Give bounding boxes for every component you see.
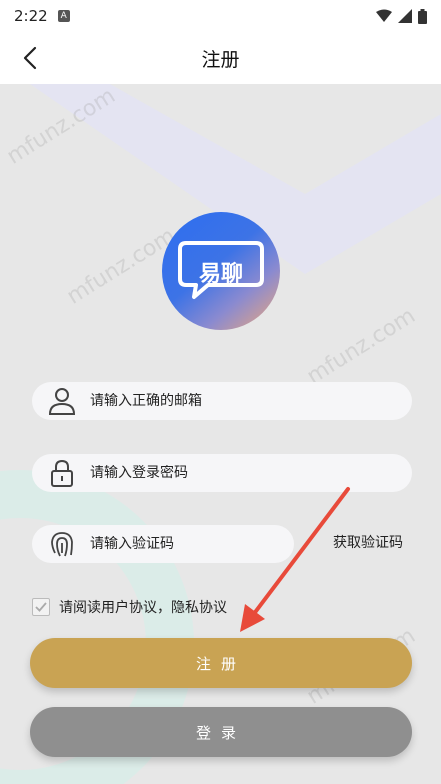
register-screen: mfunz.com mfunz.com mfunz.com mfunz.com … <box>0 84 441 784</box>
password-field[interactable] <box>32 454 412 492</box>
email-field[interactable] <box>32 382 412 420</box>
check-icon <box>35 602 47 612</box>
code-input[interactable] <box>90 536 240 552</box>
agreement-row[interactable]: 请阅读用户协议，隐私协议 <box>32 597 227 617</box>
lock-icon <box>46 457 78 489</box>
code-field[interactable] <box>32 525 294 563</box>
get-code-button[interactable]: 获取验证码 <box>333 532 403 552</box>
wifi-icon <box>376 9 392 22</box>
chevron-left-icon <box>23 46 37 70</box>
signal-icon <box>398 9 412 23</box>
user-icon <box>46 385 78 417</box>
email-input[interactable] <box>90 393 340 409</box>
battery-icon <box>418 8 427 24</box>
page-title: 注册 <box>201 48 240 71</box>
login-button[interactable]: 登录 <box>30 707 412 757</box>
notification-badge: A <box>57 10 70 22</box>
logo-text: 易聊 <box>198 262 243 287</box>
password-input[interactable] <box>90 465 340 481</box>
app-logo: 易聊 <box>162 212 280 330</box>
status-bar: 2:22 A <box>0 0 441 32</box>
register-button[interactable]: 注册 <box>30 638 412 688</box>
back-button[interactable] <box>14 42 46 74</box>
status-icons <box>376 8 427 24</box>
nav-bar: 注册 <box>0 32 441 84</box>
agreement-text: 请阅读用户协议，隐私协议 <box>59 600 227 616</box>
agreement-checkbox[interactable] <box>32 598 50 616</box>
fingerprint-icon <box>46 528 78 560</box>
status-time: 2:22 <box>14 7 48 25</box>
